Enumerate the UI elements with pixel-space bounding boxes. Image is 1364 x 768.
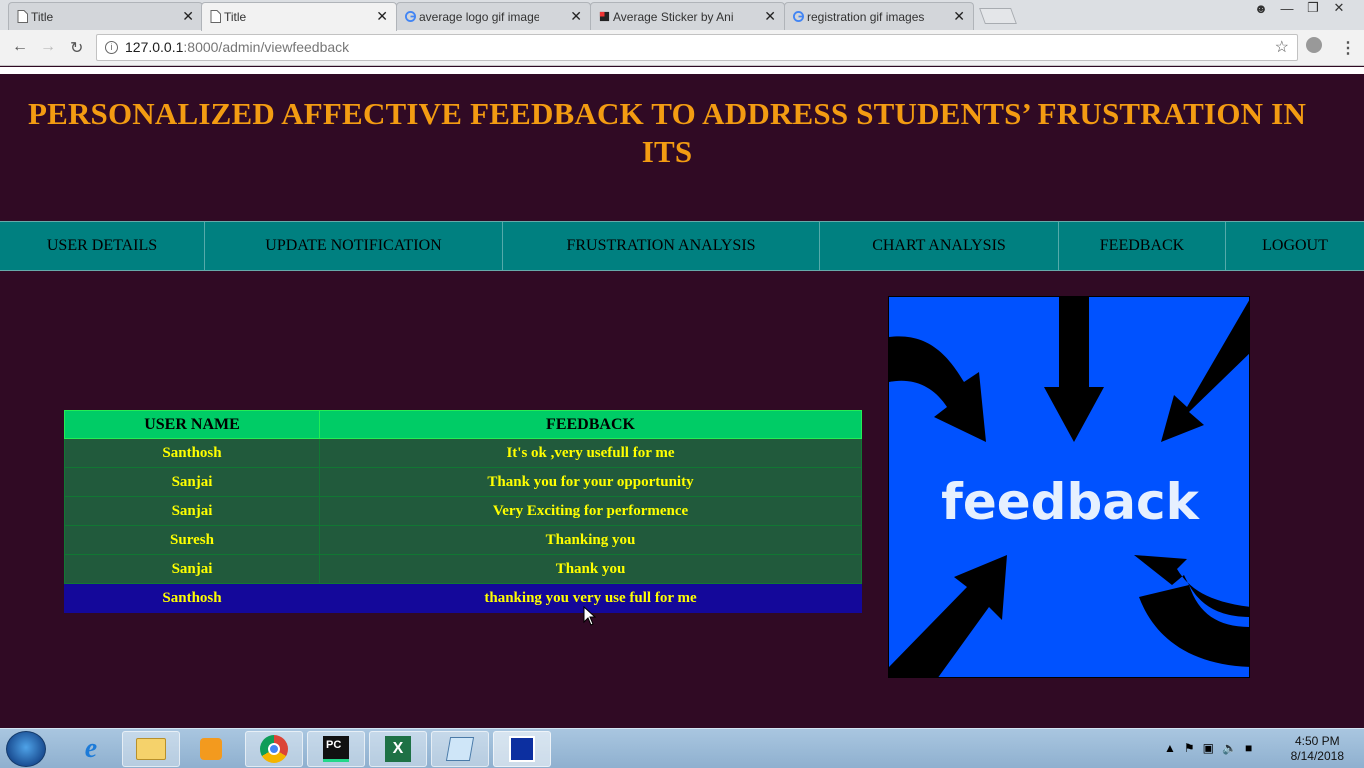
bookmark-star-icon[interactable]: ☆ [1275, 35, 1289, 60]
user-icon[interactable]: ☻ [1250, 0, 1272, 16]
extension-icon[interactable] [1306, 37, 1322, 53]
excel-icon[interactable]: X [369, 731, 427, 767]
address-bar[interactable]: i 127.0.0.1:8000/admin/viewfeedback ☆ [96, 34, 1298, 61]
network-icon[interactable]: ▣ [1203, 741, 1214, 755]
forward-icon[interactable]: → [40, 38, 56, 56]
browser-tab[interactable]: registration gif images - G ✕ [784, 2, 974, 30]
cell-feedback: Thanking you [319, 525, 862, 555]
cell-feedback: Thank you for your opportunity [319, 467, 862, 497]
close-icon[interactable]: ✕ [764, 8, 776, 25]
back-icon[interactable]: ← [12, 38, 28, 56]
close-window-icon[interactable]: ✕ [1328, 0, 1350, 16]
cell-user: Suresh [64, 525, 320, 555]
cell-user: Santhosh [64, 438, 320, 468]
volume-icon[interactable]: 🔈 [1222, 741, 1237, 755]
nav-logout[interactable]: LOGOUT [1226, 222, 1364, 270]
restore-icon[interactable]: ❐ [1302, 0, 1324, 16]
feedback-image-text: feedback [941, 473, 1201, 531]
sticker-icon [599, 11, 610, 22]
pycharm-icon[interactable]: PC [307, 731, 365, 767]
reload-icon[interactable]: ↻ [70, 38, 83, 58]
file-explorer-icon[interactable] [122, 731, 180, 767]
cell-feedback: Thank you [319, 554, 862, 584]
cell-user: Santhosh [64, 583, 320, 613]
nav-update-notification[interactable]: UPDATE NOTIFICATION [205, 222, 503, 270]
browser-tabstrip: Title ✕ Title ✕ average logo gif images … [0, 0, 1364, 31]
window-controls: ☻ — ❐ ✕ [1250, 0, 1350, 16]
tab-label: registration gif images - G [807, 9, 927, 24]
action-center-flag-icon[interactable]: ⚑ [1184, 741, 1195, 755]
tab-label: Title [31, 9, 54, 24]
browser-tab[interactable]: Average Sticker by Anima ✕ [590, 2, 785, 30]
feedback-arrows-graphic: feedback [889, 297, 1249, 677]
snipping-tool-icon[interactable] [493, 731, 551, 767]
nav-feedback[interactable]: FEEDBACK [1059, 222, 1226, 270]
page-title: PERSONALIZED AFFECTIVE FEEDBACK TO ADDRE… [27, 96, 1307, 169]
cell-user: Sanjai [64, 467, 320, 497]
browser-toolbar: ← → ↻ i 127.0.0.1:8000/admin/viewfeedbac… [0, 30, 1364, 66]
table-row-selected[interactable]: Santhosh thanking you very use full for … [64, 583, 862, 613]
close-icon[interactable]: ✕ [570, 8, 582, 25]
header-user-name: USER NAME [64, 410, 320, 439]
windows-start-button[interactable] [6, 731, 46, 767]
tab-label: average logo gif images [419, 9, 539, 24]
info-icon[interactable]: i [105, 41, 118, 54]
flag-icon[interactable]: ■ [1245, 741, 1252, 755]
cell-feedback: Very Exciting for performence [319, 496, 862, 526]
taskbar-clock[interactable]: 4:50 PM 8/14/2018 [1291, 734, 1344, 764]
google-icon [793, 11, 804, 22]
nav-frustration-analysis[interactable]: FRUSTRATION ANALYSIS [503, 222, 820, 270]
media-player-icon[interactable] [182, 731, 240, 767]
internet-explorer-icon[interactable]: e [62, 731, 120, 767]
tray-icons: ▲ ⚑ ▣ 🔈 ■ [1164, 741, 1252, 755]
feedback-table: USER NAME FEEDBACK Santhosh It's ok ,ver… [64, 410, 862, 613]
show-hidden-icons-icon[interactable]: ▲ [1164, 741, 1176, 755]
page-top-border [0, 67, 1364, 74]
new-tab-button[interactable] [979, 8, 1017, 24]
table-row[interactable]: Sanjai Thank you for your opportunity [64, 467, 862, 497]
main-nav: USER DETAILS UPDATE NOTIFICATION FRUSTRA… [0, 221, 1364, 271]
close-icon[interactable]: ✕ [376, 8, 388, 25]
minimize-icon[interactable]: — [1276, 0, 1298, 16]
mouse-cursor-icon [583, 606, 597, 626]
url-host: 127.0.0.1 [125, 39, 184, 55]
table-row[interactable]: Sanjai Very Exciting for performence [64, 496, 862, 526]
page-icon [17, 10, 28, 23]
feedback-illustration: feedback [888, 296, 1250, 678]
browser-tab[interactable]: average logo gif images ✕ [396, 2, 591, 30]
page-icon [210, 10, 221, 23]
cell-feedback: It's ok ,very usefull for me [319, 438, 862, 468]
table-row[interactable]: Santhosh It's ok ,very usefull for me [64, 438, 862, 468]
table-header-row: USER NAME FEEDBACK [64, 410, 862, 439]
url-path: :8000/admin/viewfeedback [183, 39, 350, 55]
nav-chart-analysis[interactable]: CHART ANALYSIS [820, 222, 1059, 270]
google-icon [405, 11, 416, 22]
close-icon[interactable]: ✕ [953, 8, 965, 25]
tab-label: Title [224, 10, 247, 24]
clock-time: 4:50 PM [1294, 734, 1340, 748]
tab-label: Average Sticker by Anima [613, 9, 733, 24]
browser-tab-active[interactable]: Title ✕ [201, 2, 397, 31]
table-row[interactable]: Suresh Thanking you [64, 525, 862, 555]
clock-date: 8/14/2018 [1290, 749, 1344, 763]
cell-user: Sanjai [64, 496, 320, 526]
menu-icon[interactable]: ⋮ [1340, 38, 1356, 58]
system-tray: ▲ ⚑ ▣ 🔈 ■ 4:50 PM 8/14/2018 [1134, 729, 1364, 768]
close-icon[interactable]: ✕ [182, 8, 194, 25]
windows-taskbar: e PC X ▲ ⚑ ▣ 🔈 ■ 4:50 PM 8/14/2018 [0, 728, 1364, 768]
browser-tab[interactable]: Title ✕ [8, 2, 203, 30]
cell-user: Sanjai [64, 554, 320, 584]
header-feedback: FEEDBACK [319, 410, 862, 439]
notepad-icon[interactable] [431, 731, 489, 767]
nav-user-details[interactable]: USER DETAILS [0, 222, 205, 270]
chrome-icon[interactable] [245, 731, 303, 767]
table-row[interactable]: Sanjai Thank you [64, 554, 862, 584]
